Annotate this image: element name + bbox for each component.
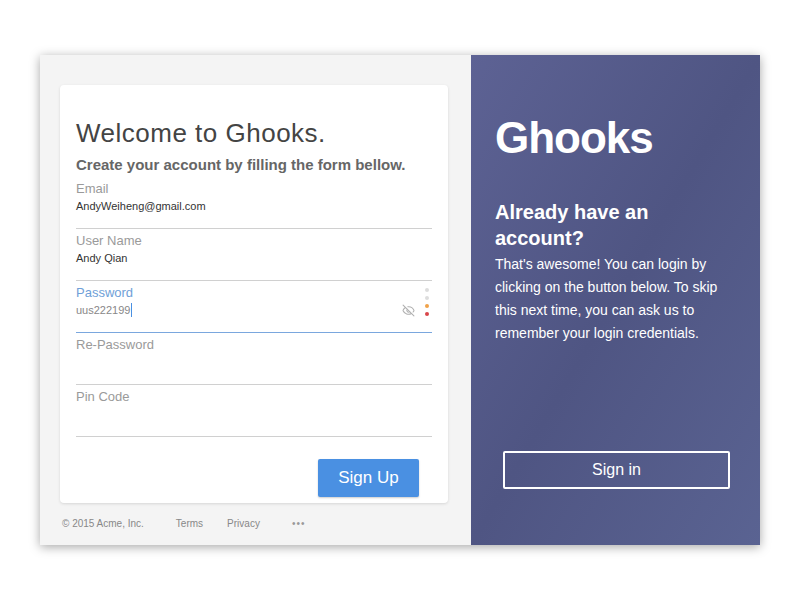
strength-dot [425,312,429,316]
signin-text: That's awesome! You can login by clickin… [495,253,740,345]
text-caret [131,303,132,317]
sign-in-button[interactable]: Sign in [503,451,730,489]
form-card: Welcome to Ghooks. Create your account by… [60,85,448,503]
field-label: User Name [76,233,432,249]
page: Welcome to Ghooks. Create your account by… [0,0,800,600]
more-button[interactable]: ••• [292,516,306,531]
strength-meter [425,288,429,316]
eye-off-icon[interactable] [402,304,415,317]
footer: © 2015 Acme, Inc. Terms Privacy ••• [60,516,448,531]
form-field[interactable]: Passworduus222199 [76,281,432,333]
signin-heading: Already have an account? [495,199,680,251]
signup-card: Welcome to Ghooks. Create your account by… [40,55,760,545]
form-subtitle: Create your account by filling the form … [76,155,432,175]
field-label: Email [76,181,432,197]
form-field[interactable]: Pin Code [76,385,432,437]
field-label: Pin Code [76,389,432,405]
signin-panel: Ghooks Already have an account?That's awe… [471,55,760,545]
copyright: © 2015 Acme, Inc. [62,516,144,531]
field-value[interactable]: AndyWeiheng@gmail.com [76,198,206,214]
form-field[interactable]: Re-Password [76,333,432,385]
strength-dot [425,304,429,308]
form-panel: Welcome to Ghooks. Create your account by… [40,55,471,545]
footer-link[interactable]: Terms [176,516,203,531]
logo: Ghooks [495,113,740,163]
field-value[interactable]: Andy Qian [76,250,127,266]
form-field[interactable]: EmailAndyWeiheng@gmail.com [76,177,432,229]
field-label: Re-Password [76,337,432,353]
field-label: Password [76,285,432,301]
field-list: EmailAndyWeiheng@gmail.comUser NameAndy … [76,177,432,437]
sign-up-button[interactable]: Sign Up [318,459,419,497]
form-field[interactable]: User NameAndy Qian [76,229,432,281]
strength-dot [425,288,429,292]
form-title: Welcome to Ghooks. [76,117,432,149]
footer-link[interactable]: Privacy [227,516,260,531]
field-value[interactable]: uus222199 [76,302,130,318]
strength-dot [425,296,429,300]
